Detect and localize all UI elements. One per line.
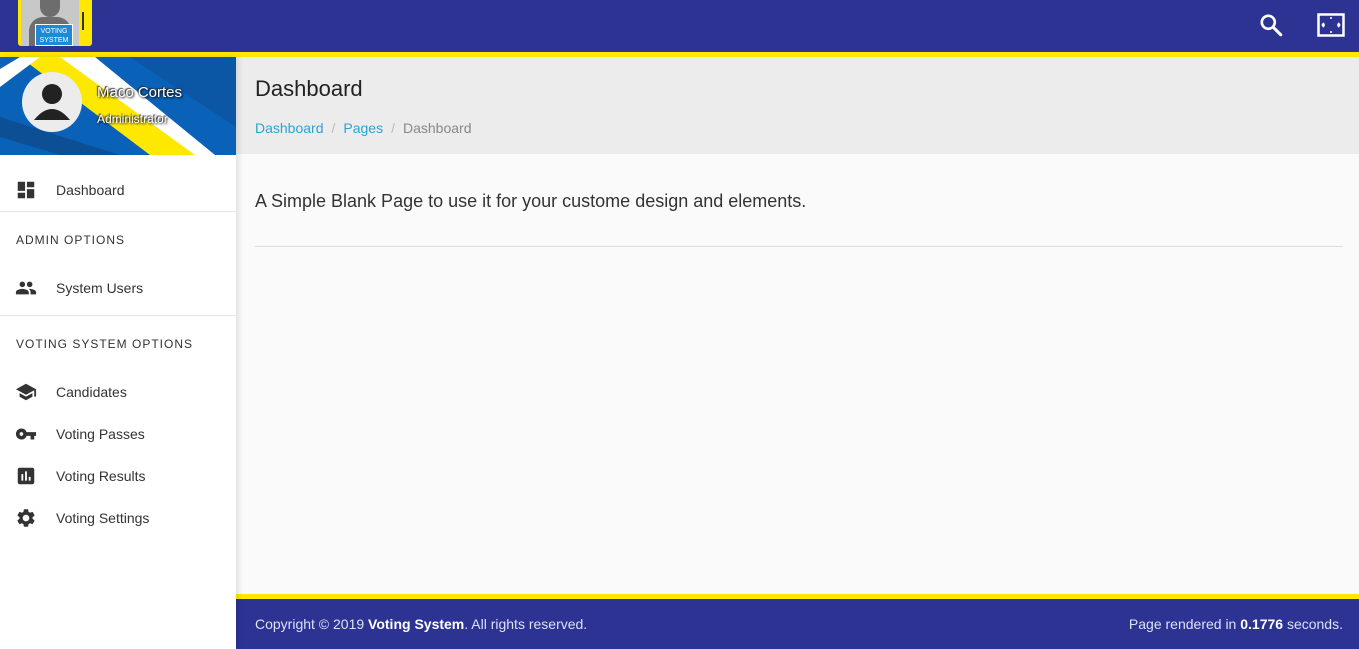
people-icon — [15, 277, 37, 299]
admin-options-header: ADMIN OPTIONS — [0, 211, 236, 267]
sidebar-item-candidates[interactable]: Candidates — [0, 371, 236, 413]
bar-chart-icon — [15, 465, 37, 487]
breadcrumb-current: Dashboard — [402, 120, 472, 136]
footer-render-time: Page rendered in 0.1776 seconds. — [1128, 616, 1343, 632]
content-body: A Simple Blank Page to use it for your c… — [236, 154, 1359, 594]
voting-options-header: VOTING SYSTEM OPTIONS — [0, 315, 236, 371]
fullscreen-icon[interactable] — [1317, 11, 1345, 39]
sidebar: Maco Cortes Administrator Dashboard ADMI… — [0, 57, 236, 649]
breadcrumb: Dashboard / Pages / Dashboard — [255, 120, 472, 136]
footer-brand: Voting System — [368, 616, 465, 632]
avatar[interactable] — [22, 72, 82, 132]
dashboard-icon — [15, 179, 37, 201]
content-header: Dashboard Dashboard / Pages / Dashboard — [236, 57, 1359, 154]
top-navbar: VOTING SYSTEM — [0, 0, 1359, 57]
sidebar-item-system-users[interactable]: System Users — [0, 267, 236, 309]
sidebar-item-dashboard[interactable]: Dashboard — [0, 169, 236, 211]
search-icon[interactable] — [1257, 11, 1285, 39]
logo-image: VOTING SYSTEM — [21, 0, 79, 46]
graduation-cap-icon — [15, 381, 37, 403]
user-info-panel: Maco Cortes Administrator — [0, 57, 236, 155]
user-role: Administrator — [97, 112, 168, 126]
app-logo[interactable]: VOTING SYSTEM — [18, 0, 92, 46]
gear-icon — [15, 507, 37, 529]
key-icon — [15, 423, 37, 445]
breadcrumb-pages[interactable]: Pages — [343, 120, 383, 136]
lead-text: A Simple Blank Page to use it for your c… — [255, 191, 807, 211]
sidebar-item-voting-results[interactable]: Voting Results — [0, 455, 236, 497]
divider — [255, 246, 1343, 247]
logo-text: VOTING SYSTEM — [35, 24, 73, 46]
breadcrumb-dashboard[interactable]: Dashboard — [255, 120, 324, 136]
page-title: Dashboard — [255, 76, 363, 101]
footer-copyright: Copyright © 2019 Voting System. All righ… — [255, 616, 588, 632]
user-name[interactable]: Maco Cortes — [97, 84, 182, 101]
sidebar-item-voting-passes[interactable]: Voting Passes — [0, 413, 236, 455]
footer: Copyright © 2019 Voting System. All righ… — [236, 594, 1359, 649]
sidebar-item-voting-settings[interactable]: Voting Settings — [0, 497, 236, 539]
